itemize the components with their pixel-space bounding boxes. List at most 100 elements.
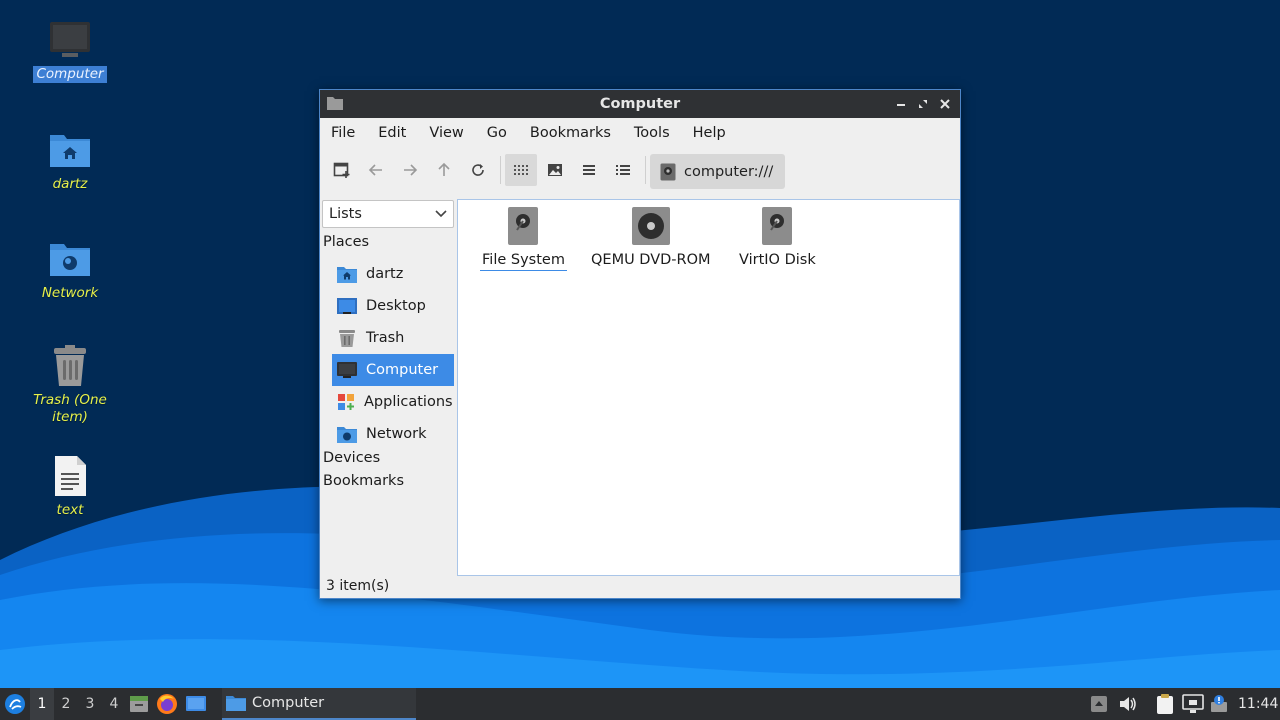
wired-network-icon <box>1182 694 1204 713</box>
places-heading[interactable]: Places <box>323 234 369 250</box>
file-manager-launcher[interactable] <box>126 694 152 714</box>
workspace-1[interactable]: 1 <box>30 688 54 720</box>
volume-button[interactable] <box>1118 688 1138 720</box>
desktop-icon-text[interactable]: text <box>30 454 110 519</box>
lubuntu-logo-icon <box>5 694 25 714</box>
sidebar-item-label: Network <box>366 426 427 442</box>
select-value: Lists <box>329 206 362 222</box>
speaker-icon <box>1120 697 1136 711</box>
desktop-icon-network[interactable]: Network <box>30 237 110 302</box>
close-button[interactable] <box>936 94 954 114</box>
bookmarks-heading[interactable]: Bookmarks <box>323 473 404 489</box>
arrow-left-icon <box>368 164 382 176</box>
sidebar-item-label: Desktop <box>366 298 426 314</box>
folder-icon <box>226 696 246 711</box>
taskbar-task-computer[interactable]: Computer <box>222 688 416 720</box>
notification-button[interactable] <box>1210 688 1228 720</box>
desktop-icon <box>186 696 206 711</box>
sidebar-item-network[interactable]: Network <box>332 418 454 450</box>
menu-bookmarks[interactable]: Bookmarks <box>523 125 618 141</box>
new-tab-button[interactable] <box>326 154 358 186</box>
reload-button[interactable] <box>462 154 494 186</box>
back-button[interactable] <box>360 154 392 186</box>
menu-view[interactable]: View <box>422 125 470 141</box>
compact-view-button[interactable] <box>573 154 605 186</box>
devices-heading[interactable]: Devices <box>323 450 380 466</box>
desktop-icon-label: Computer <box>33 66 107 83</box>
forward-button[interactable] <box>394 154 426 186</box>
monitor-icon <box>337 362 357 378</box>
file-item-file-system[interactable]: File System <box>480 206 567 271</box>
sidebar-item-desktop[interactable]: Desktop <box>332 290 454 322</box>
menu-file[interactable]: File <box>324 125 362 141</box>
file-item-label: VirtIO Disk <box>739 252 816 268</box>
home-folder-icon <box>337 267 357 283</box>
icon-view-button[interactable] <box>505 154 537 186</box>
new-tab-icon <box>333 162 350 178</box>
detailed-view-button[interactable] <box>607 154 639 186</box>
sidebar-item-dartz[interactable]: dartz <box>332 258 454 290</box>
reload-icon <box>472 164 484 176</box>
sidebar-item-trash[interactable]: Trash <box>332 322 454 354</box>
tray-expand-button[interactable] <box>1090 688 1108 720</box>
folder-view[interactable]: File System QEMU DVD-ROM VirtIO Disk <box>457 199 960 576</box>
arrow-up-icon <box>438 162 450 176</box>
workspace-3[interactable]: 3 <box>78 696 102 712</box>
start-menu-button[interactable] <box>0 688 30 720</box>
side-pane-mode-select[interactable]: Lists <box>322 200 454 228</box>
home-folder-icon <box>48 128 92 172</box>
location-path: computer:/// <box>684 163 774 180</box>
desktop-icon-trash[interactable]: Trash (One item) <box>30 344 110 426</box>
menu-edit[interactable]: Edit <box>371 125 413 141</box>
menu-tools[interactable]: Tools <box>627 125 677 141</box>
network-folder-icon <box>48 237 92 281</box>
desktop-icon-label: Network <box>41 285 99 301</box>
clipboard-button[interactable] <box>1155 688 1175 720</box>
sidebar-item-label: Computer <box>366 362 439 378</box>
menu-go[interactable]: Go <box>480 125 514 141</box>
side-pane: Lists Places dartz Desktop Trash Compute… <box>320 198 456 570</box>
close-icon <box>940 99 950 109</box>
desktop-icon-dartz[interactable]: dartz <box>30 128 110 193</box>
firefox-launcher[interactable] <box>152 693 182 715</box>
file-item-virtio-disk[interactable]: VirtIO Disk <box>737 206 818 270</box>
minimize-icon <box>897 104 905 106</box>
workspace-2[interactable]: 2 <box>54 696 78 712</box>
sidebar-item-applications[interactable]: Applications <box>332 386 454 418</box>
maximize-icon <box>919 100 927 108</box>
toolbar-separator <box>500 156 501 184</box>
text-file-icon <box>48 454 92 498</box>
sidebar-item-computer[interactable]: Computer <box>332 354 454 386</box>
sidebar-item-label: Trash <box>366 330 405 346</box>
show-desktop-launcher[interactable] <box>182 695 210 713</box>
toolbar: computer:/// <box>320 148 960 192</box>
file-manager-window: Computer File Edit View Go Bookmarks Too… <box>319 89 961 599</box>
network-status-button[interactable] <box>1182 688 1204 720</box>
location-bar[interactable]: computer:/// <box>650 154 786 189</box>
chevron-down-icon <box>435 210 447 218</box>
sidebar-item-label: dartz <box>366 266 404 282</box>
up-button[interactable] <box>428 154 460 186</box>
file-manager-icon <box>130 696 148 712</box>
desktop-icon-label: Trash (One item) <box>33 392 107 425</box>
detail-list-icon <box>616 165 630 175</box>
network-folder-icon <box>337 427 357 443</box>
window-title: Computer <box>599 96 681 112</box>
monitor-icon <box>48 18 92 62</box>
tray-arrow-icon <box>1091 696 1107 712</box>
file-item-qemu-dvd-rom[interactable]: QEMU DVD-ROM <box>589 206 713 270</box>
image-icon <box>548 164 562 176</box>
drive-icon <box>508 207 539 245</box>
clipboard-icon <box>1157 694 1173 714</box>
workspace-4[interactable]: 4 <box>102 696 126 712</box>
minimize-button[interactable] <box>892 94 910 114</box>
menu-help[interactable]: Help <box>686 125 733 141</box>
maximize-button[interactable] <box>914 94 932 114</box>
desktop-icon-computer[interactable]: Computer <box>30 18 110 83</box>
arrow-right-icon <box>404 164 418 176</box>
file-item-label: File System <box>480 252 567 271</box>
file-item-label: QEMU DVD-ROM <box>591 252 711 268</box>
clock[interactable]: 11:44 <box>1238 688 1278 720</box>
title-bar[interactable]: Computer <box>320 90 960 118</box>
thumbnail-view-button[interactable] <box>539 154 571 186</box>
